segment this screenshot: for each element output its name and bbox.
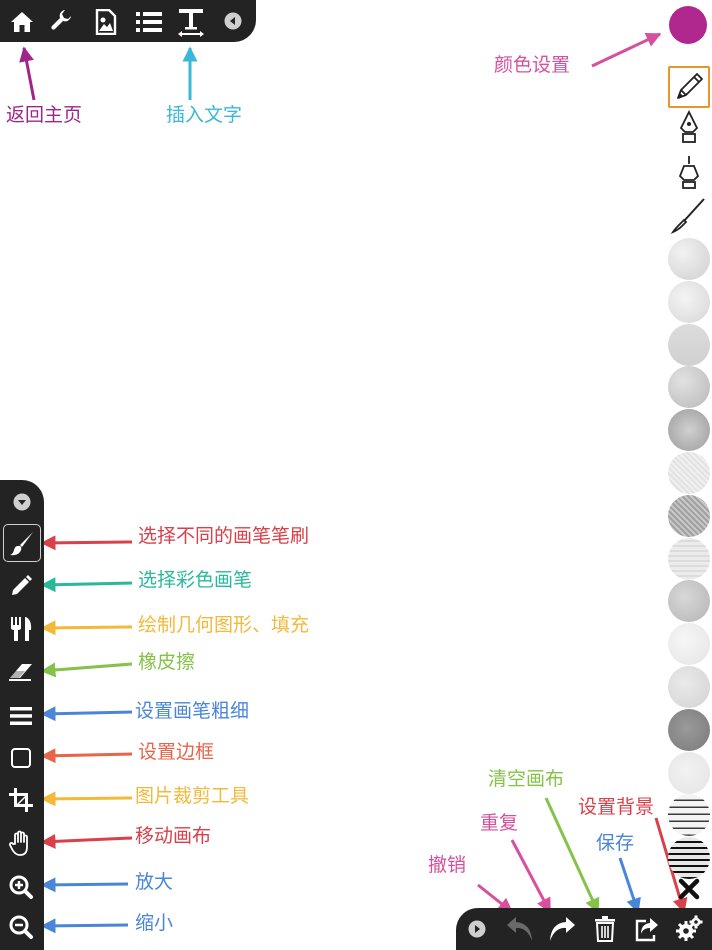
annotation-eraser: 橡皮擦 bbox=[138, 651, 196, 673]
annotation-background: 设置背景 bbox=[578, 796, 655, 818]
annotation-zoom-in: 放大 bbox=[135, 871, 174, 893]
insert-image-icon[interactable] bbox=[92, 8, 120, 36]
texture-brush-swatch[interactable] bbox=[668, 537, 710, 580]
annotation-clear-canvas: 清空画布 bbox=[488, 768, 565, 790]
texture-brush-swatch[interactable] bbox=[668, 666, 710, 708]
top-toolbar bbox=[0, 0, 256, 42]
arrow-color-pen bbox=[40, 577, 133, 593]
annotation-move-canvas: 移动画布 bbox=[135, 825, 212, 847]
arrow-brush-select bbox=[40, 535, 133, 551]
annotation-shapes: 绘制几何图形、填充 bbox=[138, 614, 310, 636]
collapse-left-icon[interactable] bbox=[224, 12, 242, 30]
expand-right-icon[interactable] bbox=[468, 920, 486, 938]
arrow-eraser bbox=[40, 662, 133, 678]
brush-palette bbox=[668, 64, 712, 904]
annotation-border: 设置边框 bbox=[138, 741, 215, 763]
collapse-down-icon[interactable] bbox=[12, 492, 32, 512]
left-toolbar bbox=[0, 480, 44, 950]
texture-brush-swatch[interactable] bbox=[668, 280, 710, 323]
close-icon bbox=[678, 878, 700, 900]
annotation-home: 返回主页 bbox=[6, 104, 83, 126]
share-icon[interactable] bbox=[632, 914, 662, 944]
wrench-icon[interactable] bbox=[48, 8, 76, 36]
arrow-redo bbox=[510, 839, 552, 914]
bottom-toolbar bbox=[456, 908, 712, 950]
annotation-color-setting: 颜色设置 bbox=[494, 54, 571, 76]
texture-brush-swatch[interactable] bbox=[668, 794, 710, 837]
menu-lines-icon[interactable] bbox=[6, 702, 36, 730]
hand-icon[interactable] bbox=[6, 828, 36, 858]
fountain-pen-brush[interactable] bbox=[668, 108, 710, 150]
texture-brush-swatch[interactable] bbox=[668, 323, 710, 366]
arrow-save bbox=[618, 857, 641, 914]
ink-pen-brush[interactable] bbox=[668, 152, 710, 194]
arrow-home bbox=[19, 46, 36, 101]
texture-brush-swatch[interactable] bbox=[668, 494, 710, 537]
home-icon[interactable] bbox=[8, 8, 36, 36]
arrow-border bbox=[40, 748, 133, 764]
annotation-zoom-out: 缩小 bbox=[135, 912, 174, 934]
annotation-insert-text: 插入文字 bbox=[166, 104, 243, 126]
texture-brush-swatch[interactable] bbox=[668, 623, 710, 666]
texture-brush-swatch[interactable] bbox=[668, 452, 710, 494]
arrow-thickness bbox=[40, 706, 133, 722]
arrow-shapes bbox=[40, 620, 133, 636]
arrow-move-canvas bbox=[40, 833, 133, 849]
annotation-redo: 重复 bbox=[480, 812, 519, 834]
texture-brush-swatch[interactable] bbox=[668, 580, 710, 623]
eraser-icon[interactable] bbox=[6, 658, 36, 686]
crop-icon[interactable] bbox=[6, 786, 36, 814]
texture-brush-swatch[interactable] bbox=[668, 708, 710, 751]
annotation-undo: 撤销 bbox=[428, 854, 467, 876]
annotation-thickness: 设置画笔粗细 bbox=[135, 700, 250, 722]
zoom-in-icon[interactable] bbox=[6, 872, 36, 902]
zoom-out-icon[interactable] bbox=[6, 912, 36, 942]
arrow-color-setting bbox=[591, 32, 662, 68]
arrow-crop bbox=[40, 791, 133, 807]
pencil-brush[interactable] bbox=[668, 66, 710, 108]
fountain-pen-icon bbox=[679, 110, 699, 143]
texture-brush-swatch[interactable] bbox=[668, 751, 710, 794]
paint-brush-icon bbox=[670, 198, 705, 234]
close-palette-button[interactable] bbox=[668, 868, 710, 910]
arrow-zoom-out bbox=[40, 918, 129, 934]
paint-brush[interactable] bbox=[668, 194, 710, 236]
pencil-icon bbox=[677, 73, 703, 99]
list-icon[interactable] bbox=[134, 8, 164, 36]
texture-brush-swatch[interactable] bbox=[668, 409, 710, 452]
pencil-icon[interactable] bbox=[6, 572, 36, 600]
square-icon[interactable] bbox=[6, 744, 36, 772]
color-swatch[interactable] bbox=[669, 6, 707, 44]
redo-icon[interactable] bbox=[546, 914, 578, 944]
texture-brush-swatch[interactable] bbox=[668, 366, 710, 409]
trash-icon[interactable] bbox=[590, 914, 620, 944]
settings-icon[interactable] bbox=[674, 914, 704, 944]
brush-icon[interactable] bbox=[3, 524, 41, 562]
ink-pen-icon bbox=[678, 156, 700, 189]
texture-brush-swatch[interactable] bbox=[668, 238, 710, 280]
annotation-crop: 图片裁剪工具 bbox=[135, 785, 250, 807]
annotation-color-pen: 选择彩色画笔 bbox=[138, 569, 253, 591]
arrow-zoom-in bbox=[40, 877, 129, 893]
annotation-save: 保存 bbox=[596, 832, 635, 854]
text-icon[interactable] bbox=[176, 6, 206, 38]
annotation-brush-select: 选择不同的画笔笔刷 bbox=[138, 525, 310, 547]
undo-icon[interactable] bbox=[504, 914, 536, 944]
fork-knife-icon[interactable] bbox=[6, 614, 36, 644]
